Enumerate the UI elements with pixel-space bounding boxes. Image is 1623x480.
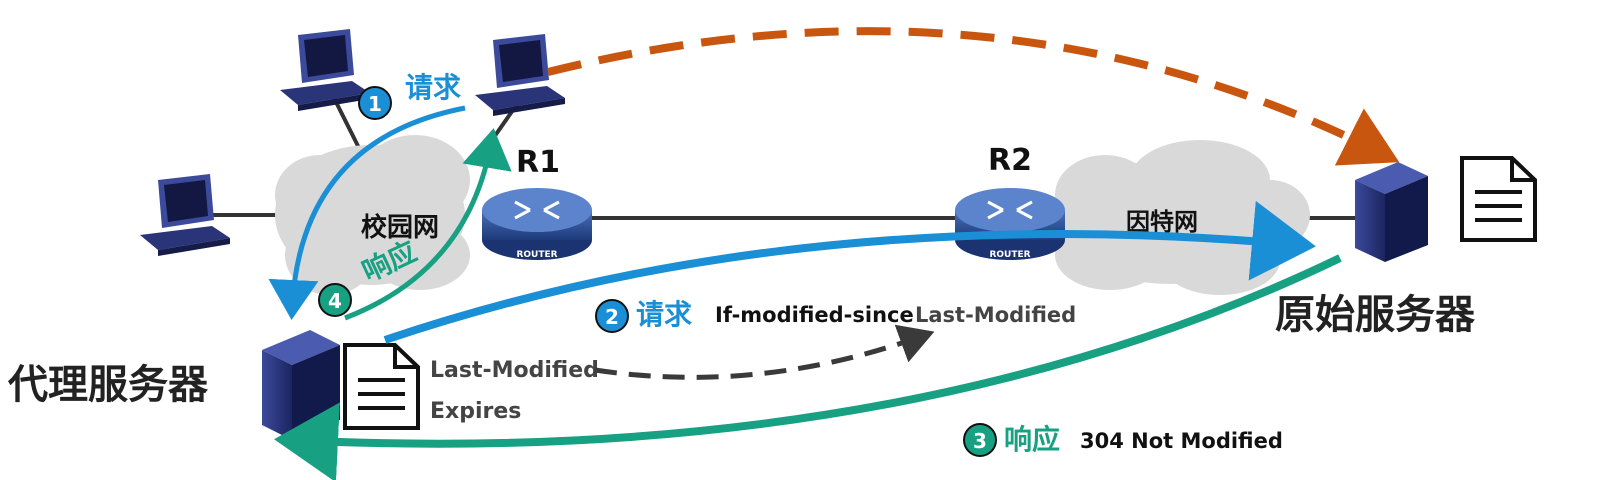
router-r2-icon: ROUTER — [955, 188, 1065, 260]
cached-document-icon — [343, 343, 420, 430]
origin-server-icon — [1355, 162, 1428, 262]
step1-badge: 1 — [358, 86, 392, 120]
step3-action: 响应 — [1004, 423, 1060, 456]
step2-badge: 2 — [595, 299, 629, 333]
cache-expires: Expires — [430, 399, 521, 424]
svg-text:1: 1 — [368, 92, 382, 116]
document-icon — [1460, 156, 1537, 242]
svg-text:3: 3 — [973, 429, 987, 453]
router-r2-label: R2 — [988, 143, 1032, 178]
router-caption: ROUTER — [516, 250, 557, 260]
proxy-server-icon — [262, 330, 340, 440]
svg-text:2: 2 — [605, 305, 619, 329]
direct-request-arrow — [547, 27, 1400, 166]
computer-icon — [280, 29, 370, 111]
step1-action: 请求 — [405, 71, 461, 104]
cache-last-modified: Last-Modified — [430, 358, 599, 383]
svg-text:4: 4 — [328, 289, 342, 313]
last-modified-arrow — [594, 324, 935, 380]
router-caption: ROUTER — [989, 250, 1030, 260]
proxy-cache-diagram: 校园网 因特网 ROUTER R1 ROUTER R2 代理服务器 原始服务器 … — [7, 27, 1537, 480]
proxy-server-label: 代理服务器 — [7, 362, 209, 408]
origin-server-label: 原始服务器 — [1275, 292, 1476, 338]
step4-badge: 4 — [318, 283, 352, 317]
step2-last-modified: Last-Modified — [915, 303, 1076, 327]
router-r1-label: R1 — [516, 145, 560, 180]
router-r1-icon: ROUTER — [482, 188, 592, 260]
step2-action: 请求 — [636, 298, 692, 331]
step2-if-modified-since: If-modified-since — [715, 303, 914, 327]
step3-status: 304 Not Modified — [1080, 429, 1283, 453]
step3-badge: 3 — [963, 423, 997, 457]
